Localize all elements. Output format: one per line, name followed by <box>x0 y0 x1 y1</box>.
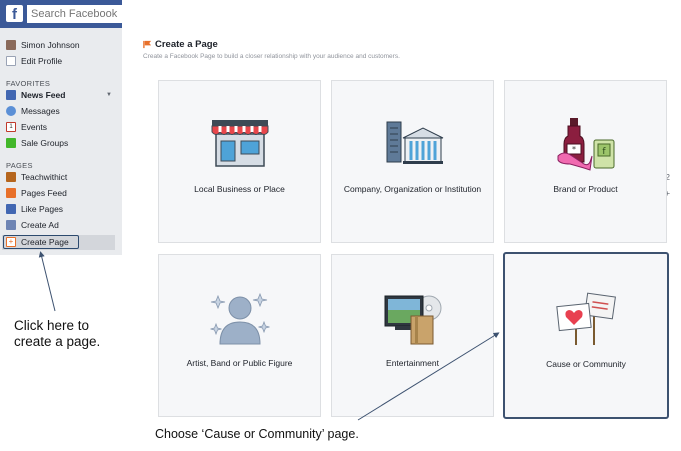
annotation-bottom-note: Choose ‘Cause or Community’ page. <box>155 427 359 441</box>
arrow-to-cause-card <box>357 332 500 421</box>
annotation-arrows <box>38 251 500 421</box>
annotation-left-note: Click here to create a page. <box>14 318 101 349</box>
arrow-to-create-page <box>38 251 56 312</box>
